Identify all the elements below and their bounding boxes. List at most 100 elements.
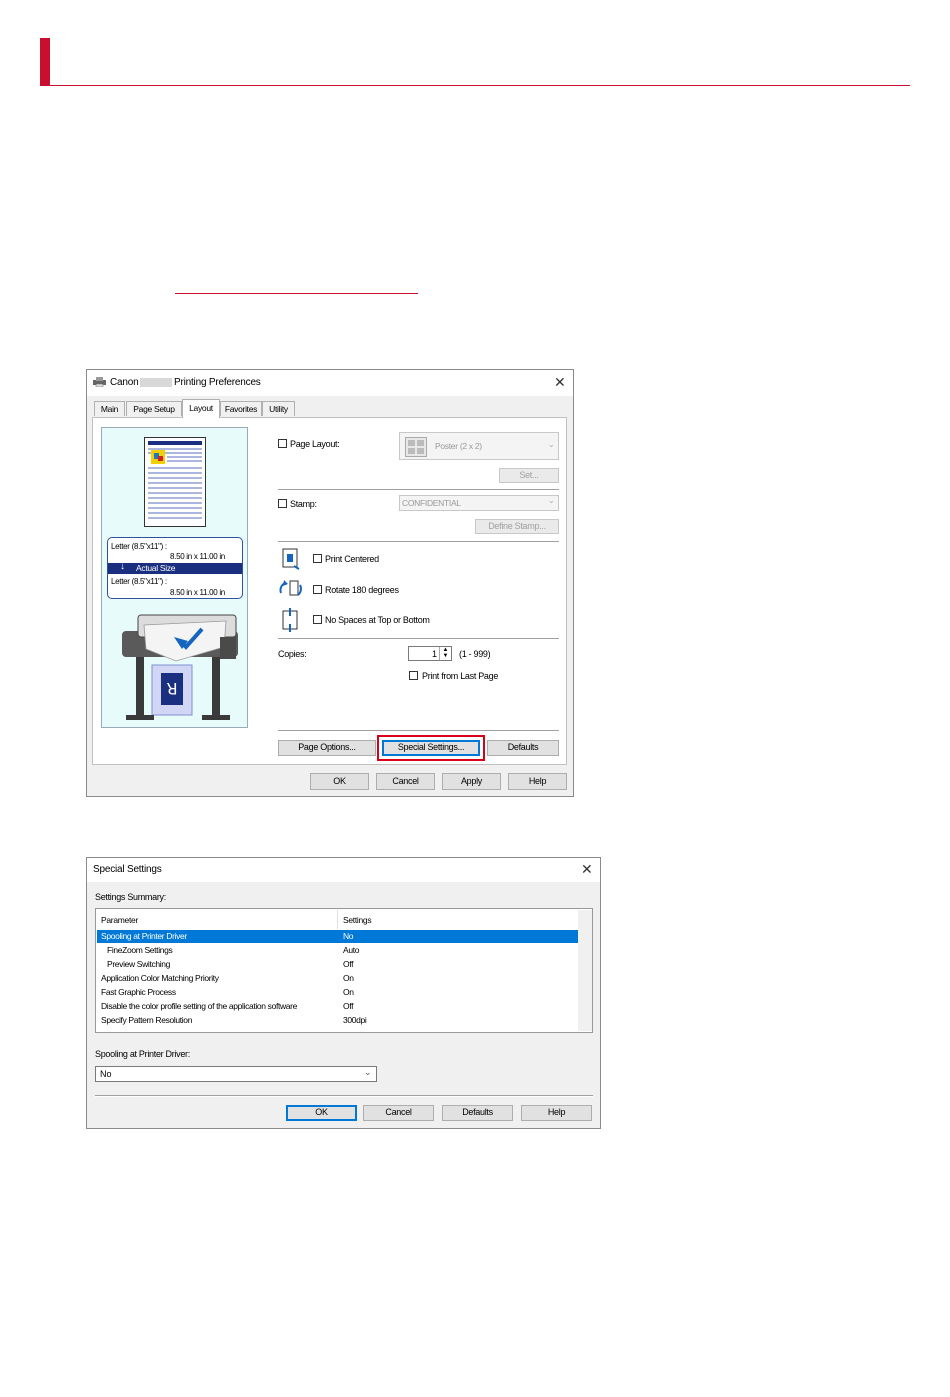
list-item-parameter: Application Color Matching Priority (101, 973, 219, 983)
list-item[interactable]: Application Color Matching Priority On (97, 972, 578, 985)
print-from-last-label: Print from Last Page (422, 671, 499, 681)
no-spaces-label: No Spaces at Top or Bottom (325, 615, 430, 625)
list-scrollbar[interactable] (578, 910, 592, 1031)
stamp-checkbox[interactable] (278, 499, 287, 508)
list-item-value: Auto (343, 945, 360, 955)
tab-layout[interactable]: Layout (182, 399, 220, 418)
spooling-field-label: Spooling at Printer Driver: (95, 1049, 190, 1059)
rotate-icon (278, 579, 304, 599)
arrow-down-icon: ↓ (120, 561, 125, 572)
chevron-down-icon: ⌄ (364, 1067, 372, 1077)
list-item-parameter: Disable the color profile setting of the… (101, 1001, 297, 1011)
stamp-select[interactable]: CONFIDENTIAL ⌄ (399, 495, 559, 511)
special-cancel-button[interactable]: Cancel (363, 1105, 434, 1121)
chevron-down-icon: ⌄ (548, 440, 555, 449)
defaults-button[interactable]: Defaults (487, 740, 559, 756)
divider (278, 541, 559, 543)
list-item-value: No (343, 931, 354, 941)
chevron-down-icon: ⌄ (548, 496, 555, 505)
list-item-value: Off (343, 1001, 354, 1011)
list-item-value: On (343, 973, 354, 983)
printer-icon (93, 377, 106, 388)
print-centered-icon (282, 548, 300, 570)
rotate-label: Rotate 180 degrees (325, 585, 399, 595)
page-layout-checkbox[interactable] (278, 439, 287, 448)
settings-summary-label: Settings Summary: (95, 892, 166, 902)
ok-button[interactable]: OK (310, 773, 369, 790)
page-layout-select[interactable]: Poster (2 x 2) ⌄ (399, 432, 559, 460)
special-ok-button[interactable]: OK (286, 1105, 357, 1121)
list-item[interactable]: FineZoom Settings Auto (97, 944, 578, 957)
page-layout-value: Poster (2 x 2) (435, 441, 482, 451)
special-settings-titlebar: Special Settings ✕ (87, 858, 600, 882)
special-defaults-button[interactable]: Defaults (442, 1105, 513, 1121)
tab-page-setup[interactable]: Page Setup (126, 401, 182, 416)
list-item[interactable]: Fast Graphic Process On (97, 986, 578, 999)
paper-preview (144, 437, 206, 527)
list-item-value: On (343, 987, 354, 997)
page-options-button[interactable]: Page Options... (278, 740, 376, 756)
column-header-parameter[interactable]: Parameter (101, 915, 138, 925)
list-item[interactable]: Specify Pattern Resolution 300dpi (97, 1014, 578, 1027)
tab-main[interactable]: Main (94, 401, 125, 416)
output-size-label: Letter (8.5"x11") : (111, 577, 167, 586)
link-underline (175, 293, 418, 294)
list-item-parameter: Spooling at Printer Driver (101, 931, 187, 941)
special-help-button[interactable]: Help (521, 1105, 592, 1121)
page-layout-label: Page Layout: (290, 439, 340, 449)
output-dims-label: 8.50 in x 11.00 in (170, 588, 225, 597)
svg-text:R: R (166, 679, 177, 698)
stamp-label: Stamp: (290, 499, 317, 509)
printer-illustration: R (116, 607, 242, 727)
set-button[interactable]: Set... (499, 468, 559, 483)
print-centered-checkbox[interactable] (313, 554, 322, 563)
close-icon[interactable]: ✕ (581, 861, 593, 878)
dialog-title-suffix: Printing Preferences (174, 377, 261, 388)
list-item[interactable]: Spooling at Printer Driver No (97, 930, 578, 943)
copies-range: (1 - 999) (459, 649, 491, 659)
source-dims-label: 8.50 in x 11.00 in (170, 552, 225, 561)
copies-input[interactable]: 1 ▲ ▼ (408, 646, 452, 661)
spinner-icon[interactable]: ▲ ▼ (439, 647, 451, 660)
list-item[interactable]: Preview Switching Off (97, 958, 578, 971)
no-spaces-checkbox[interactable] (313, 615, 322, 624)
special-settings-title: Special Settings (93, 864, 162, 875)
print-mode-bar: ↓ Actual Size (108, 561, 242, 574)
printing-preferences-titlebar: Canon Printing Preferences ✕ (87, 370, 573, 396)
column-divider (337, 910, 338, 929)
copies-label: Copies: (278, 649, 307, 659)
dialog-title-prefix: Canon (110, 377, 139, 388)
list-item[interactable]: Disable the color profile setting of the… (97, 1000, 578, 1013)
help-button[interactable]: Help (508, 773, 567, 790)
list-item-value: 300dpi (343, 1015, 367, 1025)
define-stamp-button[interactable]: Define Stamp... (475, 519, 559, 534)
special-settings-button[interactable]: Special Settings... (382, 740, 480, 756)
list-item-parameter: FineZoom Settings (107, 945, 173, 955)
divider (278, 730, 559, 732)
redacted-model (140, 378, 172, 387)
cancel-button[interactable]: Cancel (376, 773, 435, 790)
section-rule (40, 85, 910, 86)
divider (278, 638, 559, 640)
list-header: Parameter Settings (97, 910, 578, 929)
poster-layout-icon (405, 437, 427, 457)
tab-favorites[interactable]: Favorites (220, 401, 262, 416)
settings-summary-list[interactable]: Parameter Settings Spooling at Printer D… (95, 908, 593, 1033)
print-mode-label: Actual Size (136, 563, 176, 573)
rotate-checkbox[interactable] (313, 585, 322, 594)
no-spaces-icon (282, 608, 300, 632)
source-size-label: Letter (8.5"x11") : (111, 542, 167, 551)
copies-value: 1 (431, 649, 437, 659)
spooling-select[interactable]: No ⌄ (95, 1066, 377, 1082)
print-from-last-checkbox[interactable] (409, 671, 418, 680)
apply-button[interactable]: Apply (442, 773, 501, 790)
list-item-parameter: Specify Pattern Resolution (101, 1015, 193, 1025)
tab-utility[interactable]: Utility (262, 401, 295, 416)
list-item-value: Off (343, 959, 354, 969)
column-header-settings[interactable]: Settings (343, 915, 372, 925)
list-item-parameter: Preview Switching (107, 959, 171, 969)
divider (278, 489, 559, 491)
print-centered-label: Print Centered (325, 554, 379, 564)
spooling-select-value: No (100, 1069, 112, 1079)
close-icon[interactable]: ✕ (554, 374, 566, 391)
